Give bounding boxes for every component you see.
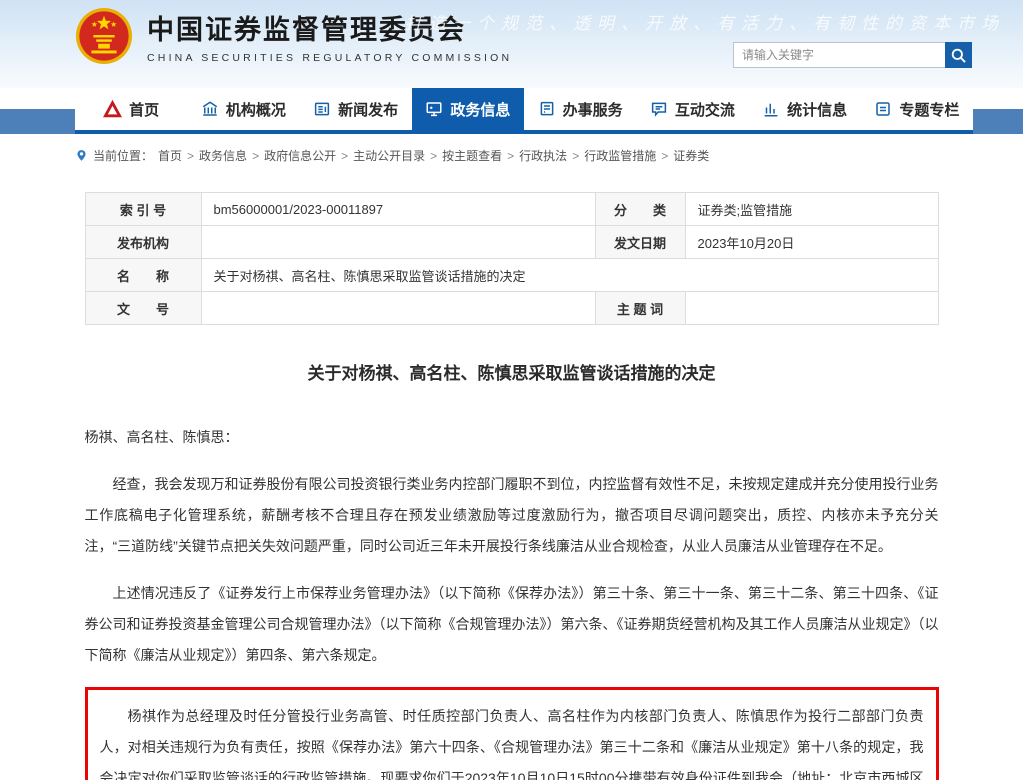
table-row: 文 号 主 题 词 xyxy=(84,291,939,325)
index-number-value: bm56000001/2023-00011897 xyxy=(200,192,596,226)
bank-icon xyxy=(202,101,218,116)
nav-item-services[interactable]: 办事服务 xyxy=(524,88,636,130)
highlighted-decision-box: 杨祺作为总经理及时任分管投行业务高管、时任质控部门负责人、高名柱作为内核部门负责… xyxy=(84,687,939,780)
doc-number-label: 文 号 xyxy=(84,291,202,325)
category-value: 证券类;监管措施 xyxy=(684,192,939,226)
breadcrumb-securities-category[interactable]: 证券类 xyxy=(673,147,709,164)
highlighted-paragraph: 杨祺作为总经理及时任分管投行业务高管、时任质控部门负责人、高名柱作为内核部门负责… xyxy=(99,708,924,780)
header-slogan-watermark: 打造一个规范、透明、开放、有活力、有韧性的资本市场 xyxy=(405,14,1005,33)
breadcrumb-directory[interactable]: 主动公开目录 xyxy=(353,147,425,164)
document-title: 关于对杨祺、高名柱、陈慎思采取监管谈话措施的决定 xyxy=(307,364,716,383)
csrc-logo-icon xyxy=(103,99,123,117)
nav-item-about[interactable]: 机构概况 xyxy=(187,88,299,130)
location-pin-icon xyxy=(77,150,86,161)
breadcrumb-info-disclosure[interactable]: 政府信息公开 xyxy=(264,147,336,164)
doc-number-value xyxy=(200,291,596,325)
nav-item-interaction[interactable]: 互动交流 xyxy=(636,88,748,130)
breadcrumb: 当前位置： 首页 > 政务信息 > 政府信息公开 > 主动公开目录 > 按主题查… xyxy=(0,134,1023,172)
issuing-agency-label: 发布机构 xyxy=(84,225,202,259)
nav-item-gov-info[interactable]: 政务信息 xyxy=(411,88,524,130)
issue-date-value: 2023年10月20日 xyxy=(684,225,939,259)
category-label: 分 类 xyxy=(594,192,686,226)
monitor-icon xyxy=(426,102,442,117)
breadcrumb-home[interactable]: 首页 xyxy=(158,147,182,164)
breadcrumb-regulatory-measures[interactable]: 行政监管措施 xyxy=(584,147,656,164)
nav-bar: 首页 机构概况 新闻发布 政务信息 办事服务 互动交流 统计信息 专题专栏 xyxy=(75,88,973,134)
site-search xyxy=(733,42,972,68)
nav-item-statistics[interactable]: 统计信息 xyxy=(749,88,861,130)
topic-icon xyxy=(876,102,891,116)
nav-item-topics[interactable]: 专题专栏 xyxy=(861,88,973,130)
keywords-label: 主 题 词 xyxy=(594,291,686,325)
news-icon xyxy=(314,102,330,116)
doc-name-value: 关于对杨祺、高名柱、陈慎思采取监管谈话措施的决定 xyxy=(200,258,939,292)
chat-icon xyxy=(651,102,666,117)
table-row: 名 称 关于对杨祺、高名柱、陈慎思采取监管谈话措施的决定 xyxy=(84,258,939,292)
site-header: 中国证券监督管理委员会 CHINA SECURITIES REGULATORY … xyxy=(0,0,1023,88)
keywords-value xyxy=(684,291,939,325)
service-icon xyxy=(540,101,553,116)
breadcrumb-by-topic[interactable]: 按主题查看 xyxy=(442,147,502,164)
search-input[interactable] xyxy=(733,42,945,68)
breadcrumb-enforcement[interactable]: 行政执法 xyxy=(519,147,567,164)
table-row: 索 引 号 bm56000001/2023-00011897 分 类 证券类;监… xyxy=(84,192,939,226)
main-content: 索 引 号 bm56000001/2023-00011897 分 类 证券类;监… xyxy=(63,192,961,780)
document-body: 杨祺、高名柱、陈慎思： 经查，我会发现万和证券股份有限公司投资银行类业务内控部门… xyxy=(84,422,939,780)
table-row: 发布机构 发文日期 2023年10月20日 xyxy=(84,225,939,259)
national-emblem-icon xyxy=(75,7,133,65)
body-paragraph-1: 经查，我会发现万和证券股份有限公司投资银行类业务内控部门履职不到位，内控监督有效… xyxy=(84,476,939,554)
index-number-label: 索 引 号 xyxy=(84,192,202,226)
salutation: 杨祺、高名柱、陈慎思： xyxy=(84,429,239,445)
nav-item-home[interactable]: 首页 xyxy=(75,88,187,130)
breadcrumb-gov-info[interactable]: 政务信息 xyxy=(199,147,247,164)
issue-date-label: 发文日期 xyxy=(594,225,686,259)
bar-chart-icon xyxy=(764,103,778,117)
site-subtitle: CHINA SECURITIES REGULATORY COMMISSION xyxy=(147,52,513,64)
issuing-agency-value xyxy=(200,225,596,259)
search-icon xyxy=(951,48,966,63)
body-paragraph-2: 上述情况违反了《证券发行上市保荐业务管理办法》（以下简称《保荐办法》）第三十条、… xyxy=(84,585,939,663)
nav-item-news[interactable]: 新闻发布 xyxy=(300,88,412,130)
doc-name-label: 名 称 xyxy=(84,258,202,292)
search-button[interactable] xyxy=(945,42,972,68)
main-nav: 首页 机构概况 新闻发布 政务信息 办事服务 互动交流 统计信息 专题专栏 xyxy=(0,88,1023,134)
document-meta-table: 索 引 号 bm56000001/2023-00011897 分 类 证券类;监… xyxy=(84,192,939,325)
breadcrumb-prefix: 当前位置： xyxy=(93,149,154,163)
